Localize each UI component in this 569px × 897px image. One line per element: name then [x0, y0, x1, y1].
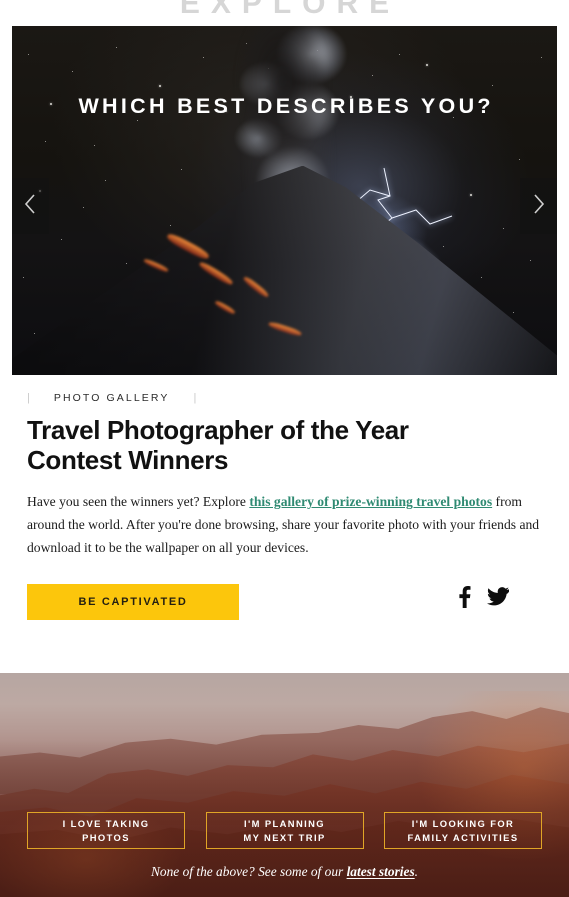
choice-button-photos[interactable]: I LOVE TAKING PHOTOS: [27, 812, 185, 849]
promo-footer-text: None of the above? See some of our lates…: [0, 864, 569, 880]
choice-line-1: I'M LOOKING FOR: [411, 817, 515, 829]
promo-foot-before: None of the above? See some of our: [150, 864, 347, 879]
promo-foot-after: .: [414, 864, 419, 879]
promo-heading: WHICH BEST DESCRIBES YOU?: [78, 94, 494, 118]
latest-stories-link[interactable]: latest stories: [347, 864, 415, 879]
audience-choice-row: I LOVE TAKING PHOTOS I'M PLANNING MY NEX…: [27, 812, 542, 849]
choice-line-1: I'M PLANNING: [243, 817, 325, 829]
choice-line-2: PHOTOS: [82, 831, 130, 843]
choice-line-1: I LOVE TAKING: [62, 817, 150, 829]
choice-line-2: FAMILY ACTIVITIES: [407, 831, 519, 843]
choice-line-2: MY NEXT TRIP: [243, 831, 326, 843]
choice-button-family[interactable]: I'M LOOKING FOR FAMILY ACTIVITIES: [384, 812, 542, 849]
promo-content: WHICH BEST DESCRIBES YOU? I LOVE TAKING …: [0, 0, 569, 897]
choice-button-trip[interactable]: I'M PLANNING MY NEXT TRIP: [205, 812, 364, 849]
page-root: EXPLORE | PHOTO GALLERY | Travel Photogr…: [0, 0, 569, 897]
